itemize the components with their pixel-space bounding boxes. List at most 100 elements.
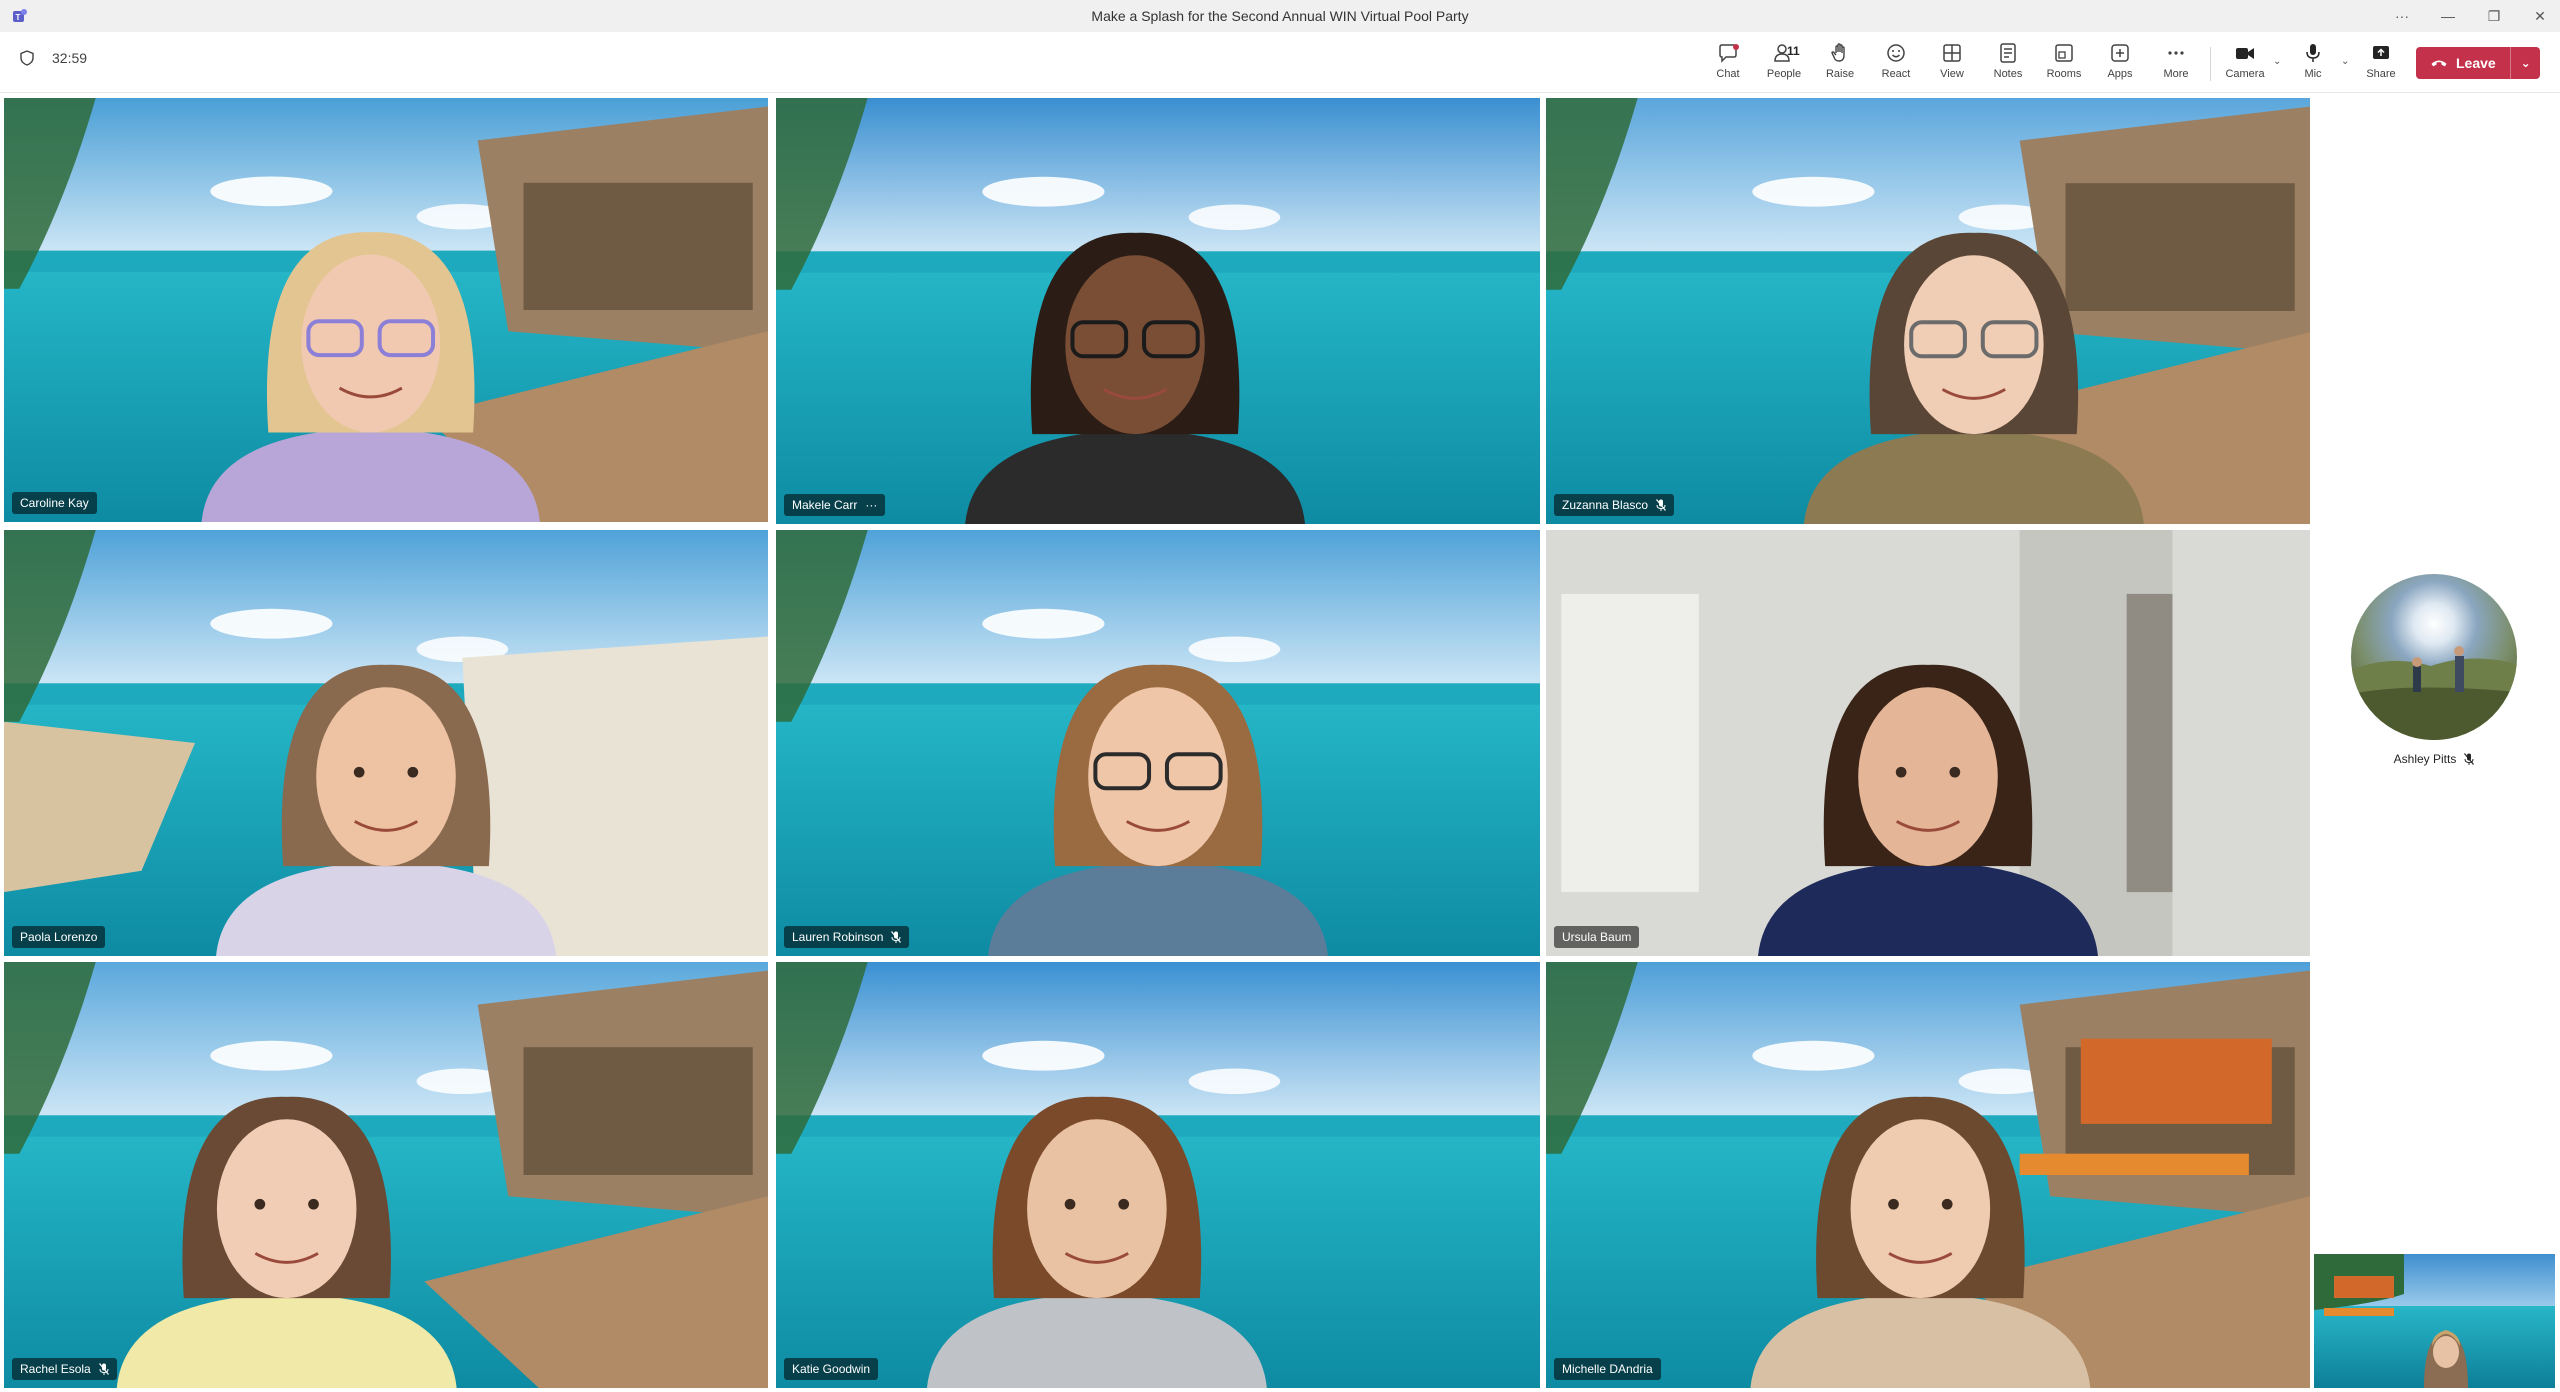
participant-tile[interactable]: Ursula Baum bbox=[1546, 530, 2310, 956]
leave-options-chevron-down-icon[interactable]: ⌄ bbox=[2510, 47, 2540, 79]
rail-participant-name-tag: Ashley Pitts bbox=[2351, 752, 2517, 766]
people-label: People bbox=[1766, 68, 1802, 80]
participant-video-frame bbox=[4, 530, 768, 956]
more-options-icon[interactable]: ··· bbox=[2392, 8, 2412, 24]
participant-video-frame bbox=[4, 98, 768, 522]
minimize-icon[interactable]: — bbox=[2438, 8, 2458, 24]
raise-label: Raise bbox=[1825, 68, 1855, 80]
mic-button[interactable]: Mic bbox=[2285, 40, 2341, 88]
mic-muted-icon bbox=[891, 931, 902, 943]
participant-name-tag: Makele Carr ··· bbox=[784, 494, 886, 516]
mic-muted-icon bbox=[98, 1363, 109, 1375]
ellipsis-icon bbox=[2168, 51, 2184, 55]
participant-avatar[interactable] bbox=[2351, 574, 2517, 740]
notes-label: Notes bbox=[1993, 68, 2023, 80]
chat-label: Chat bbox=[1716, 68, 1740, 80]
close-icon[interactable]: ✕ bbox=[2530, 8, 2550, 25]
camera-label: Camera bbox=[2225, 68, 2265, 80]
window-controls: ··· — ❐ ✕ bbox=[2392, 0, 2550, 32]
meeting-info: 32:59 bbox=[20, 50, 87, 66]
grid-icon bbox=[1943, 44, 1961, 62]
hand-icon bbox=[1831, 43, 1845, 62]
self-view-video[interactable] bbox=[2314, 1254, 2555, 1388]
participant-name-tag: Paola Lorenzo bbox=[12, 926, 106, 948]
restore-icon[interactable]: ❐ bbox=[2484, 8, 2504, 25]
smiley-icon bbox=[1887, 44, 1905, 62]
view-button[interactable]: View bbox=[1924, 40, 1980, 88]
title-bar: T Make a Splash for the Second Annual WI… bbox=[0, 0, 2560, 33]
leave-control: Leave ⌄ bbox=[2416, 47, 2540, 79]
participant-name-tag: Lauren Robinson bbox=[784, 926, 910, 948]
mic-muted-icon bbox=[2464, 753, 2475, 765]
participant-name-tag: Michelle DAndria bbox=[1554, 1358, 1661, 1380]
participant-name: Lauren Robinson bbox=[792, 930, 884, 944]
apps-button[interactable]: Apps bbox=[2092, 40, 2148, 88]
share-button[interactable]: Share bbox=[2353, 40, 2409, 88]
participant-tile[interactable]: Zuzanna Blasco bbox=[1546, 98, 2310, 524]
view-label: View bbox=[1940, 68, 1964, 80]
toolbar-actions: Chat 11 People Raise React View Notes Ro… bbox=[1700, 40, 2409, 88]
react-button[interactable]: React bbox=[1868, 40, 1924, 88]
mic-icon bbox=[2306, 44, 2320, 62]
chat-button[interactable]: Chat bbox=[1700, 40, 1756, 88]
notes-button[interactable]: Notes bbox=[1980, 40, 2036, 88]
meeting-timer: 32:59 bbox=[52, 50, 88, 66]
participant-video-frame bbox=[1546, 530, 2310, 956]
participant-video-frame bbox=[776, 962, 1540, 1388]
participant-video-frame bbox=[1546, 962, 2310, 1388]
avatar-landscape-image bbox=[2351, 646, 2517, 740]
participant-video-frame bbox=[1546, 98, 2310, 524]
mic-options-chevron-down-icon[interactable]: ⌄ bbox=[2341, 56, 2353, 67]
camera-icon bbox=[2236, 48, 2254, 59]
participant-name: Paola Lorenzo bbox=[20, 930, 98, 944]
leave-button[interactable]: Leave bbox=[2416, 47, 2510, 79]
participant-name-tag: Caroline Kay bbox=[12, 492, 97, 514]
more-button[interactable]: More bbox=[2148, 40, 2204, 88]
rail-participant-name: Ashley Pitts bbox=[2393, 752, 2457, 766]
participant-tile[interactable]: Lauren Robinson bbox=[776, 530, 1540, 956]
participant-tile[interactable]: Caroline Kay bbox=[4, 98, 768, 522]
camera-options-chevron-down-icon[interactable]: ⌄ bbox=[2273, 56, 2285, 67]
participant-video-frame bbox=[4, 962, 768, 1388]
raise-hand-button[interactable]: Raise bbox=[1812, 40, 1868, 88]
participant-tile[interactable]: Makele Carr ··· bbox=[776, 98, 1540, 524]
participant-name-tag: Rachel Esola bbox=[12, 1358, 117, 1380]
participant-video-frame bbox=[776, 530, 1540, 956]
participant-name-tag: Zuzanna Blasco bbox=[1554, 494, 1675, 516]
mic-muted-icon bbox=[1656, 499, 1667, 511]
participant-name: Caroline Kay bbox=[20, 496, 89, 510]
participant-name: Zuzanna Blasco bbox=[1562, 498, 1649, 512]
svg-text:T: T bbox=[16, 13, 21, 22]
rooms-button[interactable]: Rooms bbox=[2036, 40, 2092, 88]
share-icon bbox=[2373, 46, 2389, 59]
chat-notification-dot bbox=[1733, 44, 1739, 50]
teams-logo-icon: T bbox=[13, 9, 27, 22]
participant-name: Makele Carr bbox=[792, 498, 858, 512]
notes-icon bbox=[2000, 43, 2016, 63]
people-button[interactable]: 11 People bbox=[1756, 40, 1812, 88]
toolbar-divider bbox=[2210, 47, 2211, 81]
plus-icon bbox=[2111, 44, 2129, 62]
meeting-toolbar: 32:59 Chat 11 People Raise React View No… bbox=[0, 32, 2560, 93]
participant-name: Michelle DAndria bbox=[1562, 1362, 1653, 1376]
self-view-image bbox=[2314, 1254, 2555, 1388]
participant-name: Rachel Esola bbox=[20, 1362, 91, 1376]
participant-tile[interactable]: Rachel Esola bbox=[4, 962, 768, 1388]
more-options-icon[interactable]: ··· bbox=[865, 498, 877, 512]
participant-name: Katie Goodwin bbox=[792, 1362, 871, 1376]
camera-button[interactable]: Camera bbox=[2217, 40, 2273, 88]
window-title: Make a Splash for the Second Annual WIN … bbox=[1091, 8, 1469, 24]
participant-video-frame bbox=[776, 98, 1540, 524]
people-count: 11 bbox=[1787, 44, 1800, 58]
phone-hangup-icon bbox=[2431, 60, 2447, 67]
participant-tile[interactable]: Katie Goodwin bbox=[776, 962, 1540, 1388]
participant-tile[interactable]: Paola Lorenzo bbox=[4, 530, 768, 956]
shield-icon bbox=[20, 50, 34, 66]
more-label: More bbox=[2163, 68, 2189, 80]
participant-tile[interactable]: Michelle DAndria bbox=[1546, 962, 2310, 1388]
participant-name-tag: Ursula Baum bbox=[1554, 926, 1640, 948]
participant-name-tag: Katie Goodwin bbox=[784, 1358, 879, 1380]
share-label: Share bbox=[2366, 68, 2396, 80]
react-label: React bbox=[1881, 68, 1911, 80]
apps-label: Apps bbox=[2107, 68, 2133, 80]
